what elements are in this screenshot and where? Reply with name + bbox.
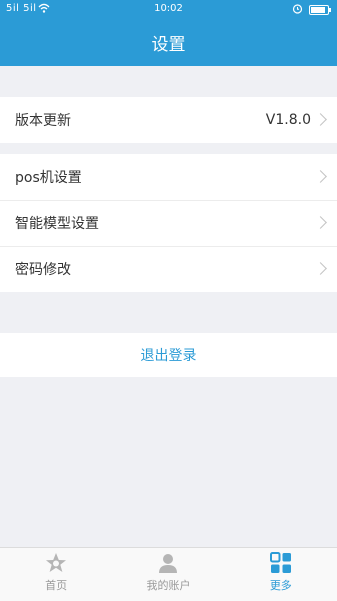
battery-level [311,7,325,13]
clock: 10:02 [154,3,183,14]
version-value: V1.8.0 [265,112,311,128]
grid-icon [269,552,292,574]
tab-account[interactable]: 我的账户 [112,548,224,601]
battery-icon [309,5,331,15]
pos-settings-label: pos机设置 [15,170,82,186]
pos-settings-item[interactable]: pos机设置 [0,154,337,200]
chevron-right-icon [314,262,327,275]
chevron-right-icon [314,216,327,229]
tab-bar: 首页 我的账户 更多 [0,547,337,601]
smart-model-settings-item[interactable]: 智能模型设置 [0,200,337,246]
password-change-label: 密码修改 [15,262,71,278]
home-star-icon [45,552,67,574]
tab-more[interactable]: 更多 [225,548,337,601]
version-group: 版本更新 V1.8.0 [0,97,337,143]
smart-model-settings-label: 智能模型设置 [15,216,99,232]
tab-home[interactable]: 首页 [0,548,112,601]
page-title: 设置 [0,18,337,66]
logout-button[interactable]: 退出登录 [0,333,337,377]
version-update-label: 版本更新 [15,113,71,129]
tab-more-label: 更多 [269,579,292,592]
chevron-right-icon [314,170,327,183]
version-update-item[interactable]: 版本更新 V1.8.0 [0,97,337,143]
tab-home-label: 首页 [45,579,68,592]
chevron-right-icon [314,113,327,126]
status-bar: 5il 5il 10:02 [0,0,337,18]
password-change-item[interactable]: 密码修改 [0,246,337,292]
alarm-icon [292,3,303,17]
user-icon [157,552,179,574]
settings-group: pos机设置 智能模型设置 密码修改 [0,154,337,292]
tab-account-label: 我的账户 [146,579,191,592]
